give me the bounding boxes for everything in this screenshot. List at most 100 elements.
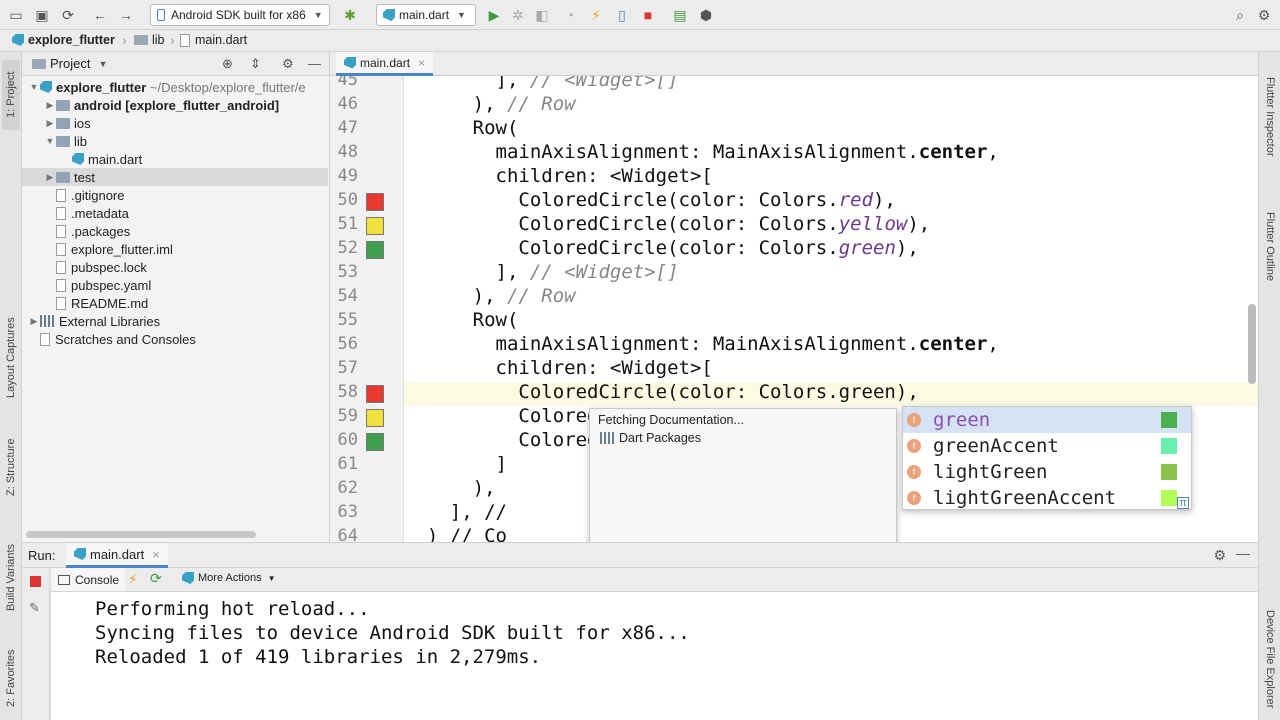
pin-icon[interactable]: ✎ xyxy=(29,600,40,616)
pi-icon[interactable]: π xyxy=(1177,497,1189,509)
device-selector[interactable]: Android SDK built for x86 ▼ xyxy=(150,4,330,26)
chevron-down-icon[interactable]: ▼ xyxy=(28,82,40,92)
tab-label: Build Variants xyxy=(5,543,17,611)
color-swatch-icon[interactable] xyxy=(366,241,384,259)
forward-icon[interactable]: → xyxy=(116,5,136,25)
completion-item[interactable]: f greenAccent xyxy=(903,433,1191,459)
code-token: ], // xyxy=(404,501,507,523)
locate-icon[interactable]: ⊕ xyxy=(222,56,233,72)
close-icon[interactable]: × xyxy=(418,56,425,70)
hide-icon[interactable]: — xyxy=(308,56,321,71)
tree-item[interactable]: ▼ lib xyxy=(22,132,328,150)
tree-item[interactable]: ▶ ios xyxy=(22,114,328,132)
tab-structure[interactable]: Z: Structure xyxy=(2,432,20,502)
color-swatch-icon[interactable] xyxy=(366,409,384,427)
line-number: 48 xyxy=(337,142,358,162)
gear-icon[interactable]: ⚙ xyxy=(282,56,294,72)
run-tab-main-dart[interactable]: main.dart × xyxy=(66,543,168,568)
tab-main-dart[interactable]: main.dart × xyxy=(336,52,434,76)
close-icon[interactable]: × xyxy=(152,547,160,562)
tree-item[interactable]: .packages xyxy=(22,222,328,240)
scrollbar-thumb[interactable] xyxy=(1248,304,1256,384)
open-folder-icon[interactable]: ▭ xyxy=(6,5,26,25)
project-view-selector[interactable]: Project xyxy=(50,56,90,71)
run-icon[interactable]: ▶ xyxy=(484,5,504,25)
tab-label: Flutter Inspector xyxy=(1264,77,1276,157)
line-number: 50 xyxy=(337,190,358,210)
save-icon[interactable]: ▣ xyxy=(32,5,52,25)
run-config-selector[interactable]: main.dart ▼ xyxy=(376,4,476,26)
tree-item[interactable]: main.dart xyxy=(22,150,328,168)
tab-layout-captures[interactable]: Layout Captures xyxy=(2,308,20,408)
file-icon xyxy=(56,278,66,292)
chevron-right-icon[interactable]: ▶ xyxy=(44,172,56,183)
tab-flutter-outline[interactable]: Flutter Outline xyxy=(1261,202,1279,292)
chevron-right-icon: › xyxy=(170,32,175,48)
tree-item[interactable]: .gitignore xyxy=(22,186,328,204)
chevron-right-icon[interactable]: ▶ xyxy=(28,316,40,327)
stop-icon[interactable]: ■ xyxy=(638,5,658,25)
tree-item[interactable]: pubspec.yaml xyxy=(22,276,328,294)
tab-build-variants[interactable]: Build Variants xyxy=(2,532,20,622)
tree-item[interactable]: pubspec.lock xyxy=(22,258,328,276)
coverage-icon[interactable]: ◧ xyxy=(532,5,552,25)
color-swatch-icon[interactable] xyxy=(366,385,384,403)
vertical-scrollbar[interactable] xyxy=(1244,76,1258,542)
tab-project[interactable]: 1: Project xyxy=(2,60,20,130)
collapse-icon[interactable]: ⇕ xyxy=(250,56,261,72)
debug-icon[interactable]: ✲ xyxy=(508,5,528,25)
breadcrumb-file[interactable]: main.dart xyxy=(180,33,247,47)
horizontal-scrollbar[interactable] xyxy=(26,531,256,538)
dart-file-icon xyxy=(72,153,84,165)
tree-item[interactable]: ▼ explore_flutter ~/Desktop/explore_flutt… xyxy=(22,78,328,96)
profile-icon[interactable]: ◔ xyxy=(560,5,580,25)
completion-item[interactable]: f lightGreenAccent xyxy=(903,485,1191,511)
tree-item[interactable]: .metadata xyxy=(22,204,328,222)
tree-item[interactable]: README.md xyxy=(22,294,328,312)
tree-item[interactable]: Scratches and Consoles xyxy=(22,330,328,348)
settings-icon[interactable]: ⚙ xyxy=(1254,5,1274,25)
color-swatch-icon[interactable] xyxy=(366,217,384,235)
color-swatch-icon[interactable] xyxy=(366,433,384,451)
color-swatch-icon[interactable] xyxy=(366,193,384,211)
breadcrumb-project[interactable]: explore_flutter xyxy=(12,33,115,47)
search-icon[interactable]: ⌕ xyxy=(1230,5,1250,25)
breadcrumb-label: main.dart xyxy=(195,33,248,47)
hot-reload-icon[interactable]: ⚡ xyxy=(128,571,138,588)
hot-restart-icon[interactable]: ▯ xyxy=(612,5,632,25)
tab-favorites[interactable]: 2: Favorites xyxy=(2,642,20,714)
tree-item[interactable]: explore_flutter.iml xyxy=(22,240,328,258)
file-icon xyxy=(56,242,66,256)
sync-icon[interactable]: ⟳ xyxy=(58,5,78,25)
chevron-down-icon[interactable]: ▼ xyxy=(44,136,56,146)
file-icon xyxy=(56,206,66,220)
tree-item[interactable]: ▶ android [explore_flutter_android] xyxy=(22,96,328,114)
hot-restart-icon[interactable]: ⟳ xyxy=(150,570,162,587)
chevron-down-icon[interactable]: ▼ xyxy=(98,59,107,69)
line-number: 45 xyxy=(337,76,358,90)
avd-manager-icon[interactable]: ▤ xyxy=(670,5,690,25)
console-tab[interactable]: Console xyxy=(52,568,126,591)
completion-item[interactable]: f green xyxy=(903,407,1191,433)
hide-icon[interactable]: — xyxy=(1236,545,1250,561)
more-actions-button[interactable]: More Actions ▼ xyxy=(182,572,276,584)
android-bug-icon[interactable]: ✱ xyxy=(340,5,360,25)
completion-item[interactable]: f lightGreen xyxy=(903,459,1191,485)
tab-device-file-explorer[interactable]: Device File Explorer xyxy=(1261,600,1279,718)
tab-flutter-inspector[interactable]: Flutter Inspector xyxy=(1261,62,1279,172)
tree-item-label: .packages xyxy=(71,223,131,239)
breadcrumb-lib[interactable]: lib xyxy=(134,33,165,47)
tree-item[interactable]: ▶ External Libraries xyxy=(22,312,328,330)
tree-item-label: README.md xyxy=(71,295,149,311)
sdk-manager-icon[interactable]: ⬢ xyxy=(696,5,716,25)
code-token: ), xyxy=(895,237,919,259)
chevron-right-icon[interactable]: ▶ xyxy=(44,118,56,129)
gear-icon[interactable]: ⚙ xyxy=(1213,547,1226,564)
chevron-right-icon[interactable]: ▶ xyxy=(44,100,56,111)
file-icon xyxy=(56,296,66,310)
tree-item[interactable]: ▶ test xyxy=(22,168,328,186)
code-token: , xyxy=(987,333,999,355)
back-icon[interactable]: ← xyxy=(90,5,110,25)
stop-icon[interactable] xyxy=(30,576,41,587)
hot-reload-icon[interactable]: ⚡ xyxy=(586,5,606,25)
